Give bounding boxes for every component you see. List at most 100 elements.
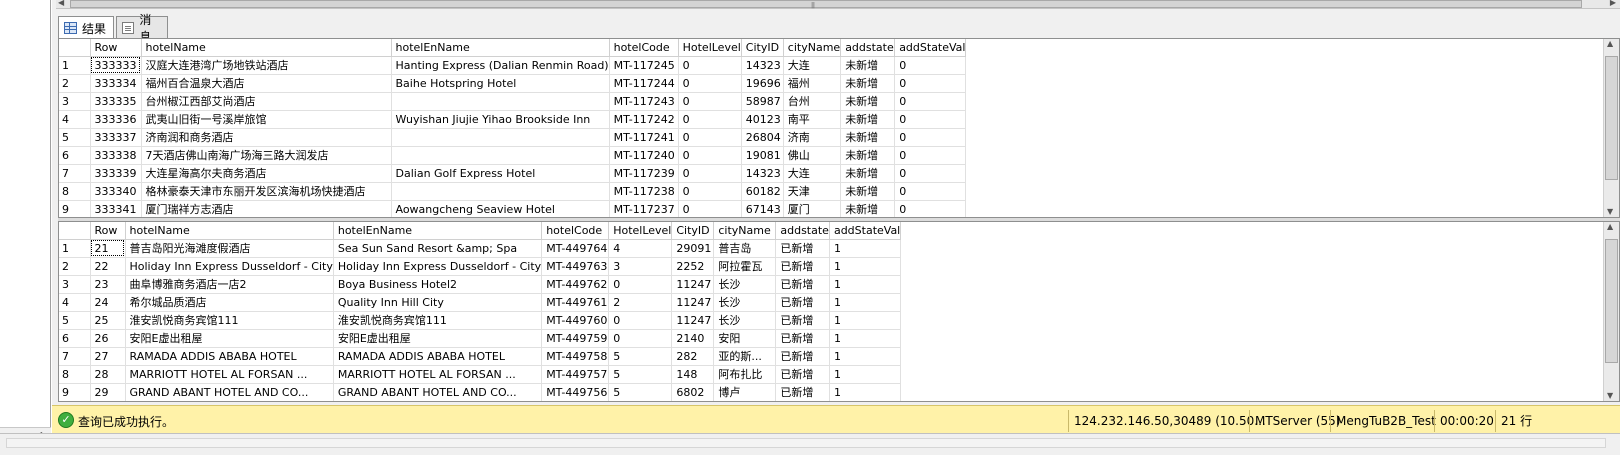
row-number[interactable]: 2: [59, 257, 91, 276]
table-cell[interactable]: 11247: [671, 311, 715, 330]
table-cell[interactable]: 7天酒店佛山南海广场海三路大润发店: [141, 146, 392, 165]
table-cell[interactable]: 长沙: [713, 311, 777, 330]
table-cell[interactable]: 厦门: [783, 200, 842, 217]
table-cell[interactable]: 1: [829, 257, 902, 276]
table-cell[interactable]: 阿拉霍瓦: [713, 257, 777, 276]
table-cell[interactable]: MT-117243: [609, 92, 679, 111]
table-cell[interactable]: 333341: [90, 200, 142, 217]
table-cell[interactable]: Wuyishan Jiujie Yihao Brookside Inn: [391, 110, 610, 129]
table-row[interactable]: 3 23 曲阜博雅商务酒店一店2 Boya Business Hotel2 MT-449…: [59, 275, 902, 294]
table-cell[interactable]: 1: [829, 239, 902, 258]
table-cell[interactable]: MT-117238: [609, 182, 679, 201]
table-cell[interactable]: 11247: [671, 275, 715, 294]
table-cell[interactable]: 2: [608, 293, 673, 312]
table-cell[interactable]: 333335: [90, 92, 142, 111]
scrollbar-thumb[interactable]: [1605, 239, 1618, 363]
table-cell[interactable]: 台州椒江西部艾尚酒店: [141, 92, 392, 111]
table-cell[interactable]: 未新增: [840, 128, 896, 147]
table-cell[interactable]: 未新增: [840, 164, 896, 183]
table-cell[interactable]: 1: [829, 293, 902, 312]
table-cell[interactable]: 5: [608, 347, 673, 366]
table-cell[interactable]: 0: [678, 92, 742, 111]
table-cell[interactable]: 福州百合温泉大酒店: [141, 74, 392, 93]
table-cell[interactable]: 博卢: [713, 383, 777, 401]
table-cell[interactable]: 0: [894, 200, 967, 217]
table-row[interactable]: 8 333340 格林豪泰天津市东丽开发区滨海机场快捷酒店 MT-117238 0 601…: [59, 182, 967, 201]
table-cell[interactable]: 已新增: [775, 293, 830, 312]
table-cell[interactable]: 未新增: [840, 74, 896, 93]
grid2-vertical-scrollbar[interactable]: ▲ ▼: [1603, 222, 1619, 401]
row-number[interactable]: 6: [59, 329, 91, 348]
row-number[interactable]: 5: [59, 128, 91, 147]
scroll-up-arrow-icon[interactable]: ▲: [1607, 222, 1613, 231]
table-cell[interactable]: 阿布扎比: [713, 365, 777, 384]
column-header[interactable]: addstate: [775, 222, 830, 240]
column-header[interactable]: addstate: [840, 39, 896, 57]
table-cell[interactable]: 5: [608, 383, 673, 401]
table-cell[interactable]: [391, 128, 610, 147]
table-cell[interactable]: MT-117242: [609, 110, 679, 129]
table-row[interactable]: 9 333341 厦门瑞祥方志酒店 Aowangcheng Seaview Hotel…: [59, 200, 967, 217]
table-cell[interactable]: 0: [678, 200, 742, 217]
row-number[interactable]: 6: [59, 146, 91, 165]
table-cell[interactable]: Quality Inn Hill City: [333, 293, 543, 312]
table-cell[interactable]: 0: [678, 146, 742, 165]
table-cell[interactable]: 0: [894, 92, 967, 111]
scroll-left-arrow-icon[interactable]: ◀: [58, 0, 64, 7]
table-cell[interactable]: 未新增: [840, 200, 896, 217]
table-cell[interactable]: 亚的斯...: [713, 347, 777, 366]
table-cell[interactable]: 未新增: [840, 110, 896, 129]
table-cell[interactable]: GRAND ABANT HOTEL AND CO...: [333, 383, 543, 401]
table-cell[interactable]: 0: [678, 128, 742, 147]
results-grid-1[interactable]: Row hotelName hotelEnName hotelCode HotelLev…: [58, 38, 1620, 218]
table-row[interactable]: 5 333337 济南润和商务酒店 MT-117241 0 26804 济南 未新增 0: [59, 128, 967, 147]
table-cell[interactable]: MT-117245: [609, 56, 679, 75]
table-row[interactable]: 7 27 RAMADA ADDIS ABABA HOTEL RAMADA ADDIS …: [59, 347, 902, 366]
table-cell[interactable]: 安阳E虚出租屋: [333, 329, 543, 348]
table-cell[interactable]: 58987: [741, 92, 784, 111]
table-cell[interactable]: 1: [829, 383, 902, 401]
table-cell[interactable]: 0: [678, 56, 742, 75]
column-header[interactable]: CityID: [671, 222, 715, 240]
scroll-down-arrow-icon[interactable]: ▼: [1607, 207, 1613, 216]
table-cell[interactable]: 已新增: [775, 383, 830, 401]
row-number[interactable]: 7: [59, 347, 91, 366]
table-cell[interactable]: MARRIOTT HOTEL AL FORSAN ...: [333, 365, 543, 384]
table-cell[interactable]: MT-449757: [541, 365, 610, 384]
tab-messages[interactable]: 消息: [116, 13, 168, 44]
table-cell[interactable]: 0: [608, 329, 673, 348]
table-cell[interactable]: 未新增: [840, 56, 896, 75]
table-cell[interactable]: MARRIOTT HOTEL AL FORSAN ...: [125, 365, 334, 384]
table-cell[interactable]: 0: [894, 182, 967, 201]
table-cell[interactable]: 19696: [741, 74, 784, 93]
table-cell[interactable]: 武夷山旧街一号溪岸旅馆: [141, 110, 392, 129]
table-cell[interactable]: 福州: [783, 74, 842, 93]
table-cell[interactable]: 淮安凯悦商务宾馆111: [333, 311, 543, 330]
table-cell[interactable]: MT-449758: [541, 347, 610, 366]
column-header[interactable]: addStateVal: [894, 39, 967, 57]
table-cell[interactable]: 0: [608, 311, 673, 330]
table-cell[interactable]: 大连: [783, 56, 842, 75]
table-cell[interactable]: Holiday Inn Express Dusseldorf - City: [333, 257, 543, 276]
table-cell[interactable]: [391, 146, 610, 165]
column-header[interactable]: HotelLevel: [678, 39, 742, 57]
table-row[interactable]: 7 333339 大连星海高尔夫商务酒店 Dalian Golf Express Ho…: [59, 164, 967, 183]
table-cell[interactable]: 21: [90, 239, 126, 258]
column-header[interactable]: hotelName: [125, 222, 334, 240]
grid1-vertical-scrollbar[interactable]: ▲ ▼: [1603, 39, 1619, 217]
results-grid-2[interactable]: Row hotelName hotelEnName hotelCode HotelLev…: [58, 221, 1620, 402]
table-cell[interactable]: 曲阜博雅商务酒店一店2: [125, 275, 334, 294]
table-cell[interactable]: 333336: [90, 110, 142, 129]
table-cell[interactable]: 汉庭大连港湾广场地铁站酒店: [141, 56, 392, 75]
table-cell[interactable]: 40123: [741, 110, 784, 129]
table-cell[interactable]: 14323: [741, 56, 784, 75]
table-cell[interactable]: MT-449759: [541, 329, 610, 348]
column-header[interactable]: CityID: [741, 39, 784, 57]
table-cell[interactable]: 长沙: [713, 275, 777, 294]
table-row[interactable]: 8 28 MARRIOTT HOTEL AL FORSAN ... MARRIOTT …: [59, 365, 902, 384]
table-cell[interactable]: 23: [90, 275, 126, 294]
table-cell[interactable]: 0: [678, 164, 742, 183]
column-header[interactable]: Row: [90, 222, 126, 240]
table-cell[interactable]: GRAND ABANT HOTEL AND CO...: [125, 383, 334, 401]
table-cell[interactable]: 大连星海高尔夫商务酒店: [141, 164, 392, 183]
